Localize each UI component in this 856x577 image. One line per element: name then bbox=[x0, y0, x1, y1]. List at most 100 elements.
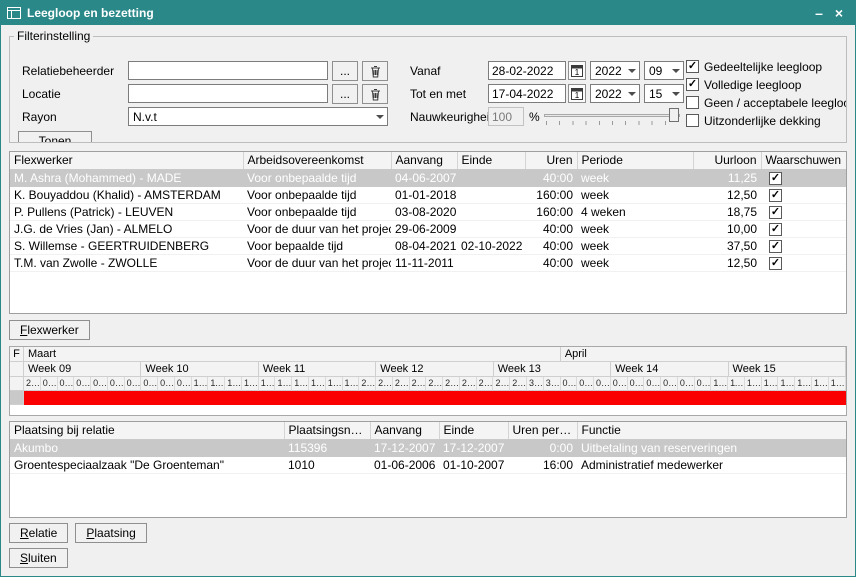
tot-calendar-button[interactable]: 1 bbox=[568, 84, 586, 103]
vanaf-label: Vanaf bbox=[410, 64, 440, 78]
uurloon-cell: 37,50 bbox=[693, 237, 761, 254]
filter-checkbox[interactable]: Uitzonderlijke dekking bbox=[686, 114, 847, 127]
vanaf-week-select[interactable]: 09 bbox=[644, 61, 684, 80]
day-cell: 13-04 bbox=[762, 377, 779, 391]
percent-label: % bbox=[529, 110, 540, 124]
day-cell: 05-04 bbox=[628, 377, 645, 391]
waarschuwen-checkbox[interactable]: ✓ bbox=[769, 206, 782, 219]
calendar-icon: 1 bbox=[571, 64, 583, 77]
uurloon-cell: 12,50 bbox=[693, 186, 761, 203]
minimize-button[interactable]: – bbox=[809, 2, 829, 24]
checkbox-icon[interactable] bbox=[686, 114, 699, 127]
uren-cell: 0:00 bbox=[508, 439, 577, 456]
nauwkeurigheid-slider[interactable] bbox=[544, 107, 680, 125]
flexwerker-column-header[interactable]: Waarschuwen bbox=[761, 152, 846, 169]
flexwerker-column-header[interactable]: Periode bbox=[577, 152, 693, 169]
day-cell: 04-03 bbox=[91, 377, 108, 391]
plaatsing-column-header[interactable]: Uren per we... bbox=[508, 422, 577, 439]
week-cell: Week 12 bbox=[376, 362, 493, 377]
flexwerker-column-header[interactable]: Uren bbox=[525, 152, 577, 169]
flexwerker-column-header[interactable]: Flexwerker bbox=[10, 152, 243, 169]
day-cell: 22-03 bbox=[393, 377, 410, 391]
filter-checkbox-group: ✓Gedeeltelijke leegloop ✓Volledige leeglo… bbox=[686, 60, 847, 132]
week-cell: Week 10 bbox=[141, 362, 258, 377]
filter-checkbox[interactable]: Geen / acceptabele leegloop bbox=[686, 96, 847, 109]
relatiebeheerder-input[interactable] bbox=[128, 61, 328, 80]
locatie-clear-button[interactable] bbox=[362, 84, 388, 104]
plaatsing-column-header[interactable]: Einde bbox=[439, 422, 508, 439]
periode-cell: 4 weken bbox=[577, 203, 693, 220]
uren-cell: 40:00 bbox=[525, 254, 577, 271]
checkbox-icon[interactable]: ✓ bbox=[686, 78, 699, 91]
rayon-select[interactable]: N.v.t bbox=[128, 107, 388, 126]
filter-checkbox[interactable]: ✓Volledige leegloop bbox=[686, 78, 847, 91]
day-cell: 09-04 bbox=[695, 377, 712, 391]
flexwerker-column-header[interactable]: Arbeidsovereenkomst bbox=[243, 152, 391, 169]
locatie-browse-button[interactable]: ... bbox=[332, 84, 358, 104]
waarschuwen-checkbox[interactable]: ✓ bbox=[769, 172, 782, 185]
tonen-button[interactable]: Tonen bbox=[18, 131, 92, 143]
waarschuwen-checkbox[interactable]: ✓ bbox=[769, 240, 782, 253]
day-cell: 11-04 bbox=[728, 377, 745, 391]
plaatsing-column-header[interactable]: Functie bbox=[577, 422, 846, 439]
week-cell: Week 15 bbox=[729, 362, 846, 377]
day-cell: 20-03 bbox=[359, 377, 376, 391]
day-cell: 07-04 bbox=[661, 377, 678, 391]
contract-cell: Voor de duur van het project bbox=[243, 220, 391, 237]
relatiebeheerder-clear-button[interactable] bbox=[362, 61, 388, 81]
waarschuwen-checkbox[interactable]: ✓ bbox=[769, 189, 782, 202]
day-cell: 17-04 bbox=[829, 377, 846, 391]
flexwerker-column-header[interactable]: Aanvang bbox=[391, 152, 457, 169]
einde-cell bbox=[457, 186, 525, 203]
locatie-input[interactable] bbox=[128, 84, 328, 103]
periode-cell: week bbox=[577, 237, 693, 254]
trash-icon bbox=[370, 88, 381, 101]
day-cell: 26-03 bbox=[460, 377, 477, 391]
vanaf-date-input[interactable] bbox=[488, 61, 566, 80]
filter-checkbox[interactable]: ✓Gedeeltelijke leegloop bbox=[686, 60, 847, 73]
uurloon-cell: 12,50 bbox=[693, 254, 761, 271]
nauwkeurigheid-label: Nauwkeurigheid bbox=[410, 110, 496, 124]
flexwerker-row[interactable]: J.G. de Vries (Jan) - ALMELOVoor de duur… bbox=[10, 220, 846, 237]
flexwerker-button[interactable]: Flexwerker bbox=[9, 320, 90, 340]
flexwerker-row[interactable]: P. Pullens (Patrick) - LEUVENVoor onbepa… bbox=[10, 203, 846, 220]
plaatsing-column-header[interactable]: Plaatsingsnummer bbox=[284, 422, 370, 439]
checkbox-icon[interactable]: ✓ bbox=[686, 60, 699, 73]
tot-year-select[interactable]: 2022 bbox=[590, 84, 640, 103]
vanaf-calendar-button[interactable]: 1 bbox=[568, 61, 586, 80]
plaatsing-row[interactable]: Groentespeciaalzaak "De Groenteman"10100… bbox=[10, 456, 846, 473]
plaatsing-button[interactable]: Plaatsing bbox=[75, 523, 146, 543]
flexwerker-row[interactable]: K. Bouyaddou (Khalid) - AMSTERDAMVoor on… bbox=[10, 186, 846, 203]
tot-date-input[interactable] bbox=[488, 84, 566, 103]
day-cell: 18-03 bbox=[326, 377, 343, 391]
flexwerker-column-header[interactable]: Uurloon bbox=[693, 152, 761, 169]
contract-cell: Voor onbepaalde tijd bbox=[243, 186, 391, 203]
checkbox-icon[interactable] bbox=[686, 96, 699, 109]
flexwerker-column-header[interactable]: Einde bbox=[457, 152, 525, 169]
waarschuwen-cell: ✓ bbox=[761, 254, 846, 271]
relatie-button[interactable]: Relatie bbox=[9, 523, 68, 543]
flexwerker-cell: J.G. de Vries (Jan) - ALMELO bbox=[10, 220, 243, 237]
slider-thumb[interactable] bbox=[669, 108, 679, 122]
waarschuwen-checkbox[interactable]: ✓ bbox=[769, 257, 782, 270]
plaatsing-column-header[interactable]: Aanvang bbox=[370, 422, 439, 439]
flexwerker-row[interactable]: T.M. van Zwolle - ZWOLLEVoor de duur van… bbox=[10, 254, 846, 271]
waarschuwen-checkbox[interactable]: ✓ bbox=[769, 223, 782, 236]
plaatsing-column-header[interactable]: Plaatsing bij relatie bbox=[10, 422, 284, 439]
close-button[interactable]: × bbox=[829, 2, 849, 24]
timeline-filler bbox=[10, 405, 846, 415]
vanaf-year-select[interactable]: 2022 bbox=[590, 61, 640, 80]
plaatsing-row[interactable]: Akumbo11539617-12-200717-12-20070:00Uitb… bbox=[10, 439, 846, 456]
timeline-idle-row bbox=[10, 391, 846, 405]
leegloop-bar[interactable] bbox=[24, 391, 846, 405]
sluiten-button[interactable]: Sluiten bbox=[9, 548, 68, 568]
flexwerker-row[interactable]: M. Ashra (Mohammed) - MADEVoor onbepaald… bbox=[10, 169, 846, 186]
tot-week-select[interactable]: 15 bbox=[644, 84, 684, 103]
titlebar[interactable]: Leegloop en bezetting – × bbox=[1, 1, 855, 25]
day-cell: 31-03 bbox=[544, 377, 561, 391]
timeline-panel: F MaartApril Week 09Week 10Week 11Week 1… bbox=[9, 346, 847, 416]
relatiebeheerder-browse-button[interactable]: ... bbox=[332, 61, 358, 81]
flexwerker-row[interactable]: S. Willemse - GEERTRUIDENBERGVoor bepaal… bbox=[10, 237, 846, 254]
day-cell: 17-03 bbox=[309, 377, 326, 391]
tot-en-met-label: Tot en met bbox=[410, 87, 466, 101]
